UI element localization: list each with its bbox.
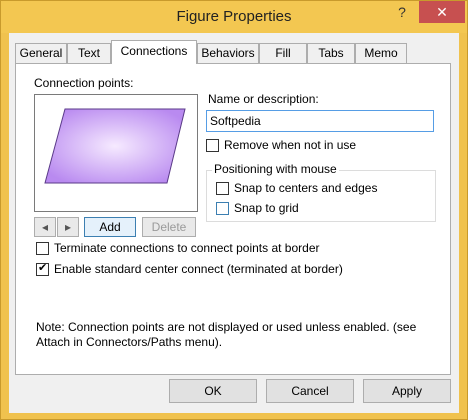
- name-label: Name or description:: [208, 92, 319, 106]
- dialog-client: General Text Connections Behaviors Fill …: [9, 33, 459, 413]
- figure-properties-window: Figure Properties ? ✕ General Text Conne…: [0, 0, 468, 420]
- ok-button[interactable]: OK: [169, 379, 257, 403]
- positioning-title: Positioning with mouse: [212, 162, 339, 176]
- terminate-connections-label: Terminate connections to connect points …: [54, 241, 320, 255]
- tab-general[interactable]: General: [15, 43, 67, 63]
- connection-preview[interactable]: [34, 94, 198, 212]
- snap-grid-checkbox[interactable]: [216, 202, 229, 215]
- snap-grid-label: Snap to grid: [234, 201, 299, 215]
- parallelogram-shape: [44, 108, 186, 184]
- note-line-2: Attach in Connectors/Paths menu).: [36, 335, 223, 349]
- title-bar[interactable]: Figure Properties ? ✕: [1, 1, 467, 33]
- name-input[interactable]: Softpedia: [206, 110, 434, 132]
- help-button[interactable]: ?: [387, 1, 417, 23]
- apply-button[interactable]: Apply: [363, 379, 451, 403]
- enable-center-connect-checkbox[interactable]: [36, 261, 49, 276]
- snap-centers-checkbox[interactable]: [216, 182, 229, 195]
- tab-tabs[interactable]: Tabs: [307, 43, 355, 63]
- tab-fill[interactable]: Fill: [259, 43, 307, 63]
- next-point-button[interactable]: ▸: [57, 217, 79, 237]
- remove-when-unused-label: Remove when not in use: [224, 138, 357, 152]
- tab-memo[interactable]: Memo: [355, 43, 407, 63]
- terminate-connections-checkbox[interactable]: [36, 242, 49, 255]
- close-button[interactable]: ✕: [419, 1, 465, 23]
- enable-center-connect-label: Enable standard center connect (terminat…: [54, 262, 343, 276]
- tab-behaviors[interactable]: Behaviors: [197, 43, 259, 63]
- remove-when-unused-checkbox[interactable]: [206, 139, 219, 152]
- connections-panel: Connection points: ◂ ▸ Add Delete Name o…: [15, 63, 451, 375]
- prev-point-button[interactable]: ◂: [34, 217, 56, 237]
- delete-button[interactable]: Delete: [142, 217, 196, 237]
- cancel-button[interactable]: Cancel: [266, 379, 354, 403]
- note-line-1: Note: Connection points are not displaye…: [36, 320, 417, 334]
- tab-text[interactable]: Text: [67, 43, 111, 63]
- connection-points-label: Connection points:: [34, 76, 134, 90]
- add-button[interactable]: Add: [84, 217, 136, 237]
- snap-centers-label: Snap to centers and edges: [234, 181, 378, 195]
- tab-connections[interactable]: Connections: [111, 40, 197, 64]
